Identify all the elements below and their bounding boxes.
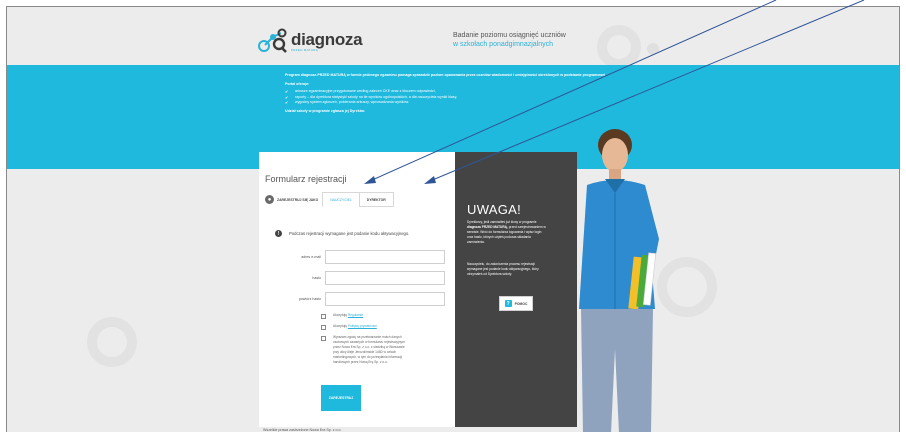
site-tagline: Badanie poziomu osiągnięć uczniów w szko… <box>453 31 566 49</box>
intro-content: Program diagnoza PRZED MATURĄ w formie p… <box>285 73 655 115</box>
repeat-password-row: powtórz hasło <box>275 292 445 306</box>
privacy-link[interactable]: Politykę prywatności <box>348 324 377 328</box>
notice-p1-a: Dyrektorzy, jeśli zamówiłeś już kiosy w … <box>467 220 537 224</box>
privacy-check-text: Akceptuję Politykę prywatności <box>333 324 409 329</box>
terms-link[interactable]: Regulamin <box>348 313 363 317</box>
role-selector: ● ZAREJESTRUJ SIĘ JAKO NAUCZYCIEL DYREKT… <box>265 192 394 207</box>
bg-ring-decoration <box>597 25 641 69</box>
bg-dot-decoration <box>647 43 659 55</box>
tab-teacher[interactable]: NAUCZYCIEL <box>322 192 360 207</box>
email-label: adres e-mail <box>301 255 321 259</box>
offer-list: arkusze egzaminacyjne przygotowane wedłu… <box>285 89 655 106</box>
offer-title: Portal oferuje: <box>285 81 310 86</box>
molecule-logo-icon <box>258 28 287 53</box>
site-logo[interactable]: diagnoza PRZED MATURĄ <box>257 27 363 53</box>
privacy-checkbox[interactable] <box>321 324 326 330</box>
privacy-check-row: Akceptuję Politykę prywatności <box>321 324 409 330</box>
bg-ring-decoration <box>87 317 137 367</box>
logo-subtitle: PRZED MATURĄ <box>291 48 319 52</box>
logo-text: diagnoza <box>291 30 363 49</box>
help-icon: ? <box>504 300 512 307</box>
offer-item: wygodny system zgłoszeń, pobierania arku… <box>285 100 655 106</box>
info-icon: ! <box>275 230 282 237</box>
registration-form-panel: Formularz rejestracji ● ZAREJESTRUJ SIĘ … <box>259 152 455 427</box>
page-frame: diagnoza PRZED MATURĄ Badanie poziomu os… <box>6 6 900 432</box>
privacy-prefix: Akceptuję <box>333 324 347 328</box>
form-title: Formularz rejestracji <box>265 174 347 184</box>
intro-text: Program diagnoza PRZED MATURĄ w formie p… <box>285 73 607 77</box>
user-icon: ● <box>265 195 274 204</box>
tab-director[interactable]: DYREKTOR <box>358 192 394 207</box>
notice-title: UWAGA! <box>467 202 522 217</box>
password-row: hasło <box>275 271 445 285</box>
password-field[interactable] <box>325 271 445 285</box>
help-label: POMOC <box>514 301 528 306</box>
activation-info-text: Podczas rejestracji wymagane jest podani… <box>289 231 410 236</box>
terms-check-row: Akceptuję Regulamin <box>321 313 409 319</box>
terms-prefix: Akceptuję <box>333 313 347 317</box>
notice-paragraph-2: Nauczycielu, do zakończenia procesu reje… <box>467 262 539 276</box>
notice-p1-b: diagnoza PRZED MATURĄ, <box>467 225 508 229</box>
consent-checkbox[interactable] <box>321 335 326 341</box>
tagline-line-1: Badanie poziomu osiągnięć uczniów <box>453 32 566 39</box>
activation-info: ! Podczas rejestracji wymagane jest poda… <box>275 230 409 237</box>
notice-panel: UWAGA! Dyrektorzy, jeśli zamówiłeś już k… <box>455 152 577 427</box>
intro-footer-line: Udział szkoły w programie zgłasza jej Dy… <box>285 108 366 113</box>
repeat-password-field[interactable] <box>325 292 445 306</box>
help-button[interactable]: ? POMOC <box>499 296 533 311</box>
terms-checkbox[interactable] <box>321 313 326 319</box>
terms-check-text: Akceptuję Regulamin <box>333 313 409 318</box>
register-as-label: ZAREJESTRUJ SIĘ JAKO <box>277 197 319 202</box>
email-field[interactable] <box>325 250 445 264</box>
footer-text: Wszelkie prawa zastrzeżone Nowa Era Sp. … <box>263 428 342 432</box>
email-row: adres e-mail <box>275 250 445 264</box>
student-illustration <box>579 129 659 432</box>
tagline-line-2: w szkołach ponadgimnazjalnych <box>453 41 553 48</box>
consent-check-row: Wyrażam zgodę na przetwarzanie moich dan… <box>321 335 409 365</box>
repeat-password-label: powtórz hasło <box>298 297 321 301</box>
password-label: hasło <box>312 276 321 280</box>
register-button[interactable]: ZAREJESTRUJ <box>321 385 361 411</box>
consent-text: Wyrażam zgodę na przetwarzanie moich dan… <box>333 335 405 364</box>
notice-paragraph-1: Dyrektorzy, jeśli zamówiłeś już kiosy w … <box>467 220 547 245</box>
